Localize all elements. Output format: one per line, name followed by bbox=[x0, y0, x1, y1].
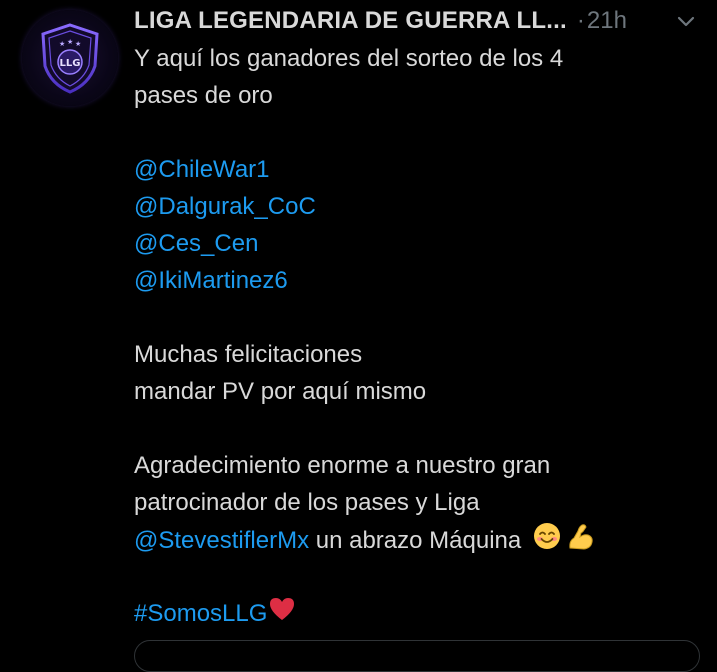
media-card[interactable] bbox=[134, 640, 700, 672]
smiling-face-icon bbox=[532, 521, 562, 562]
header-separator: · bbox=[576, 7, 585, 34]
svg-text:LLG: LLG bbox=[60, 58, 81, 69]
flexed-biceps-icon bbox=[566, 521, 596, 562]
shield-logo-icon: ★ ★ ★ LLG bbox=[41, 23, 99, 94]
svg-text:★: ★ bbox=[67, 38, 73, 46]
mention-link[interactable]: @StevestiflerMx bbox=[134, 527, 309, 554]
hashtag-link[interactable]: #SomosLLG bbox=[134, 600, 267, 627]
tweet-line: patrocinador de los pases y Liga bbox=[134, 489, 480, 516]
tweet-line: pases de oro bbox=[134, 82, 273, 109]
tweet-line: Muchas felicitaciones bbox=[134, 341, 363, 368]
tweet-line: un abrazo Máquina bbox=[309, 526, 528, 554]
tweet-line-with-mention: @StevestiflerMx un abrazo Máquina bbox=[134, 521, 704, 558]
svg-text:★: ★ bbox=[75, 40, 81, 48]
mention-link[interactable]: @ChileWar1 bbox=[134, 151, 704, 188]
mention-link[interactable]: @IkiMartinez6 bbox=[134, 262, 704, 299]
chevron-down-icon[interactable] bbox=[675, 10, 697, 32]
tweet-line: Agradecimiento enorme a nuestro gran bbox=[134, 452, 551, 479]
mention-link[interactable]: @Ces_Cen bbox=[134, 225, 704, 262]
svg-text:★: ★ bbox=[59, 40, 65, 48]
mention-link[interactable]: @Dalgurak_CoC bbox=[134, 188, 704, 225]
tweet-header: LIGA LEGENDARIA DE GUERRA LL... · 21h bbox=[134, 6, 697, 36]
tweet-timestamp[interactable]: 21h bbox=[587, 7, 627, 35]
author-name[interactable]: LIGA LEGENDARIA DE GUERRA LL... bbox=[134, 7, 567, 35]
tweet-line: Y aquí los ganadores del sorteo de los 4 bbox=[134, 45, 564, 72]
tweet-line: mandar PV por aquí mismo bbox=[134, 378, 427, 405]
red-heart-icon bbox=[268, 596, 296, 633]
hashtag-line: #SomosLLG bbox=[134, 595, 704, 632]
author-avatar[interactable]: ★ ★ ★ LLG bbox=[22, 10, 118, 106]
tweet-text: Y aquí los ganadores del sorteo de los 4… bbox=[134, 40, 704, 632]
